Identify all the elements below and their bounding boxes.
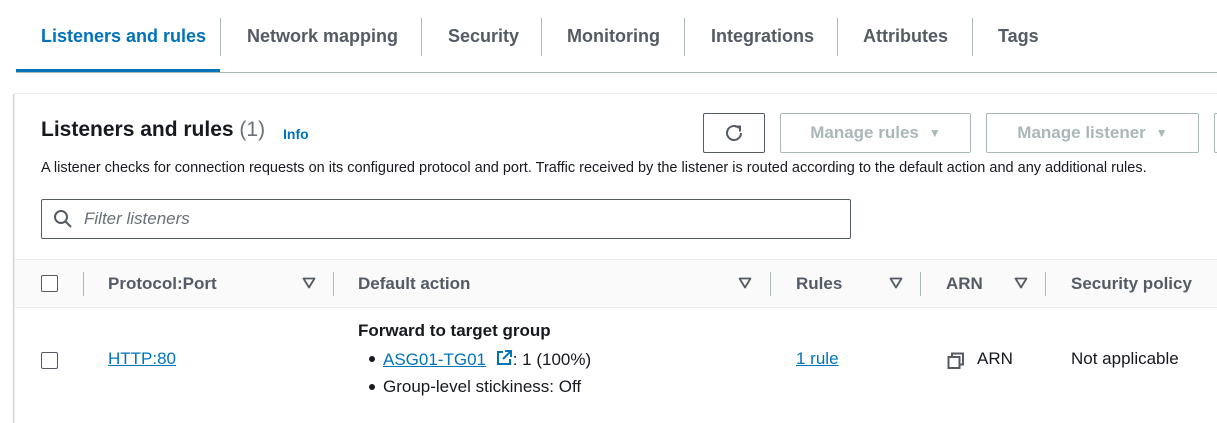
column-divider bbox=[83, 272, 84, 296]
tab-divider bbox=[837, 18, 838, 56]
manage-rules-button[interactable]: Manage rules ▼ bbox=[780, 113, 971, 153]
stickiness-status: Group-level stickiness: Off bbox=[383, 377, 582, 396]
info-link[interactable]: Info bbox=[283, 126, 309, 142]
copy-icon[interactable] bbox=[947, 352, 965, 370]
tab-attributes[interactable]: Attributes bbox=[863, 0, 948, 73]
target-group-link[interactable]: ASG01-TG01 bbox=[383, 350, 486, 369]
manage-listener-button[interactable]: Manage listener ▼ bbox=[986, 113, 1199, 153]
refresh-button[interactable] bbox=[703, 113, 765, 153]
table-header: Protocol:Port Default action Rules ARN S… bbox=[15, 259, 1217, 308]
header-protocol-port[interactable]: Protocol:Port bbox=[108, 260, 217, 308]
default-action-title: Forward to target group bbox=[358, 321, 551, 340]
external-link-icon[interactable] bbox=[495, 349, 513, 367]
panel-description: A listener checks for connection request… bbox=[41, 160, 1147, 176]
sort-icon[interactable] bbox=[302, 277, 316, 289]
target-group-item: ASG01-TG01 : 1 (100%) bbox=[383, 349, 591, 370]
target-weight: : 1 (100%) bbox=[512, 350, 592, 369]
sort-icon[interactable] bbox=[738, 277, 752, 289]
listeners-panel: Listeners and rules (1) Info A listener … bbox=[14, 93, 1217, 423]
tab-tags[interactable]: Tags bbox=[998, 0, 1039, 73]
list-bullet bbox=[369, 384, 375, 390]
manage-listener-label: Manage listener bbox=[1017, 123, 1146, 142]
tab-bar: Listeners and rules Network mapping Secu… bbox=[16, 0, 1217, 73]
refresh-icon bbox=[726, 125, 742, 141]
column-divider bbox=[920, 272, 921, 296]
tab-listeners-and-rules[interactable]: Listeners and rules bbox=[41, 0, 206, 73]
row-checkbox[interactable] bbox=[41, 352, 58, 369]
panel-title-text: Listeners and rules bbox=[41, 118, 234, 141]
tab-network-mapping[interactable]: Network mapping bbox=[247, 0, 398, 73]
column-divider bbox=[1045, 272, 1046, 296]
header-security-policy[interactable]: Security policy bbox=[1071, 260, 1192, 308]
caret-down-icon: ▼ bbox=[1155, 126, 1168, 140]
sort-icon[interactable] bbox=[889, 277, 903, 289]
tab-divider bbox=[541, 18, 542, 56]
filter-listeners-input[interactable] bbox=[82, 204, 842, 234]
tab-divider bbox=[972, 18, 973, 56]
select-all-checkbox[interactable] bbox=[41, 275, 58, 292]
header-rules[interactable]: Rules bbox=[796, 260, 842, 308]
manage-rules-label: Manage rules bbox=[810, 123, 919, 142]
listener-count: (1) bbox=[239, 118, 266, 141]
tab-divider bbox=[684, 18, 685, 56]
rules-link[interactable]: 1 rule bbox=[796, 349, 839, 369]
caret-down-icon: ▼ bbox=[928, 126, 941, 140]
tab-security[interactable]: Security bbox=[448, 0, 519, 73]
filter-listeners-field[interactable] bbox=[41, 199, 851, 239]
panel-title: Listeners and rules (1) bbox=[41, 118, 265, 142]
security-policy-value: Not applicable bbox=[1071, 349, 1179, 368]
header-arn[interactable]: ARN bbox=[946, 260, 983, 308]
column-divider bbox=[770, 272, 771, 296]
arn-value: ARN bbox=[977, 349, 1013, 368]
sort-icon[interactable] bbox=[1014, 277, 1028, 289]
list-bullet bbox=[369, 356, 375, 362]
search-icon bbox=[54, 210, 72, 228]
header-default-action[interactable]: Default action bbox=[358, 260, 470, 308]
protocol-port-link[interactable]: HTTP:80 bbox=[108, 349, 176, 369]
active-tab-indicator bbox=[16, 69, 220, 72]
tab-divider bbox=[220, 18, 221, 56]
column-divider bbox=[333, 272, 334, 296]
tab-divider bbox=[421, 18, 422, 56]
tab-integrations[interactable]: Integrations bbox=[711, 0, 814, 73]
tab-monitoring[interactable]: Monitoring bbox=[567, 0, 660, 73]
